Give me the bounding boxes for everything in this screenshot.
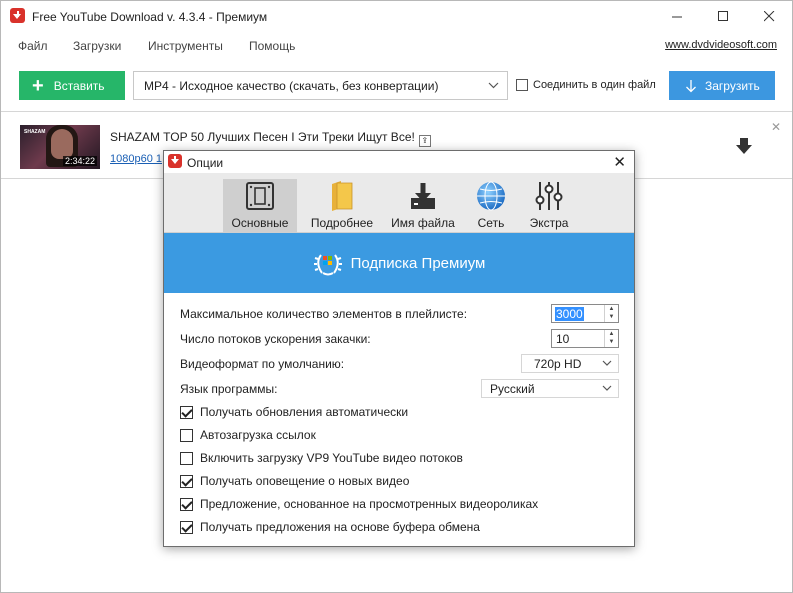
video-duration: 2:34:22 (62, 156, 97, 166)
stepper-down-icon[interactable]: ▼ (605, 313, 618, 321)
maximize-icon (717, 11, 728, 21)
video-thumbnail: SHAZAM 2:34:22 (20, 125, 100, 169)
merge-label: Соединить в один файл (533, 79, 656, 91)
autoload-links-checkbox[interactable] (180, 428, 193, 442)
paste-button[interactable]: + Вставить (19, 71, 125, 100)
download-button[interactable]: Загрузить (669, 71, 775, 100)
options-body: Максимальное количество элементов в плей… (164, 293, 634, 546)
stepper-up-icon[interactable]: ▲ (605, 305, 618, 313)
globe-icon (475, 179, 507, 213)
language-value: Русский (490, 382, 535, 396)
dialog-title-bar: Опции ✕ (164, 151, 634, 173)
video-format-value: 720p HD (534, 357, 582, 371)
new-video-notify-checkbox[interactable] (180, 474, 193, 488)
threads-value: 10 (556, 332, 570, 346)
vp9-checkbox[interactable] (180, 451, 193, 465)
watched-suggestions-checkbox[interactable] (180, 497, 193, 511)
tab-filename[interactable]: Имя файла (385, 179, 461, 233)
dialog-logo-icon (168, 154, 182, 168)
tab-network[interactable]: Сеть (466, 179, 516, 233)
toolbar: + Вставить MP4 - Исходное качество (скач… (1, 58, 792, 112)
plus-icon: + (32, 74, 44, 97)
video-quality-link[interactable]: 1080p60 1 (110, 153, 162, 165)
options-dialog: Опции ✕ Основные Подробнее Имя файла Сет… (163, 150, 635, 547)
website-link[interactable]: www.dvdvideosoft.com (665, 39, 777, 51)
tab-details-label: Подробнее (310, 216, 374, 230)
video-format-label: Видеоформат по умолчанию: (180, 357, 345, 371)
chevron-down-icon (602, 360, 612, 366)
auto-update-checkbox[interactable] (180, 405, 193, 419)
download-button-label: Загрузить (705, 78, 760, 93)
menu-bar: Файл Загрузки Инструменты Помощь www.dvd… (1, 34, 792, 56)
dialog-close-icon[interactable]: ✕ (613, 153, 626, 171)
tab-details[interactable]: Подробнее (303, 179, 381, 233)
language-select[interactable]: Русский (481, 379, 619, 398)
premium-banner[interactable]: Подписка Премиум (164, 233, 634, 293)
minimize-button[interactable] (654, 1, 700, 32)
close-button[interactable] (746, 1, 792, 32)
menu-file[interactable]: Файл (18, 39, 48, 53)
playlist-max-value: 3000 (555, 307, 584, 321)
title-bar: Free YouTube Download v. 4.3.4 - Премиум (1, 1, 792, 32)
clipboard-suggestions-checkbox[interactable] (180, 520, 193, 534)
maximize-button[interactable] (700, 1, 746, 32)
clipboard-suggestions-option[interactable]: Получать предложения на основе буфера об… (180, 519, 480, 535)
video-title: SHAZAM TOP 50 Лучших Песен I Эти Треки И… (110, 130, 431, 147)
app-logo-icon (10, 8, 25, 23)
auto-update-option[interactable]: Получать обновления автоматически (180, 404, 408, 420)
tab-filename-label: Имя файла (391, 216, 455, 230)
tab-extra-label: Экстра (529, 216, 569, 230)
stepper-down-icon[interactable]: ▼ (605, 338, 618, 346)
new-video-notify-option[interactable]: Получать оповещение о новых видео (180, 473, 409, 489)
threads-label: Число потоков ускорения закачки: (180, 332, 371, 346)
watched-suggestions-option[interactable]: Предложение, основанное на просмотренных… (180, 496, 538, 512)
stepper-up-icon[interactable]: ▲ (605, 330, 618, 338)
dialog-title: Опции (187, 156, 224, 170)
settings-panel-icon (245, 179, 275, 213)
playlist-max-stepper[interactable]: 3000 ▲ ▼ (551, 304, 619, 323)
external-link-icon[interactable]: ⇪ (418, 135, 431, 147)
chevron-down-icon (488, 82, 499, 89)
vp9-option[interactable]: Включить загрузку VP9 YouTube видео пото… (180, 450, 463, 466)
window-title: Free YouTube Download v. 4.3.4 - Премиум (32, 10, 268, 24)
paste-button-label: Вставить (53, 78, 105, 93)
format-select-value: MP4 - Исходное качество (скачать, без ко… (144, 78, 439, 93)
premium-banner-label: Подписка Премиум (350, 254, 486, 272)
language-label: Язык программы: (180, 382, 278, 396)
menu-downloads[interactable]: Загрузки (73, 39, 121, 53)
minimize-icon (671, 16, 682, 18)
remove-item-icon[interactable]: ✕ (771, 120, 781, 134)
download-arrow-icon[interactable] (736, 138, 752, 154)
premium-wreath-icon (313, 254, 342, 276)
file-download-icon (408, 179, 438, 213)
format-select[interactable]: MP4 - Исходное качество (скачать, без ко… (133, 71, 508, 100)
tab-extra[interactable]: Экстра (522, 179, 576, 233)
chevron-down-icon (602, 385, 612, 391)
thumbnail-brand: SHAZAM (24, 129, 46, 135)
autoload-links-option[interactable]: Автозагрузка ссылок (180, 427, 316, 443)
playlist-max-label: Максимальное количество элементов в плей… (180, 307, 468, 321)
tab-basic[interactable]: Основные (223, 179, 297, 233)
sliders-icon (534, 179, 564, 213)
arrow-down-icon (686, 79, 696, 92)
menu-tools[interactable]: Инструменты (148, 39, 223, 53)
folder-icon (329, 179, 355, 213)
video-format-select[interactable]: 720p HD (521, 354, 619, 373)
tab-network-label: Сеть (477, 216, 505, 230)
options-tabs: Основные Подробнее Имя файла Сеть Экстра (164, 173, 634, 233)
merge-checkbox[interactable] (516, 79, 528, 91)
close-icon (763, 11, 774, 22)
menu-help[interactable]: Помощь (249, 39, 295, 53)
tab-basic-label: Основные (231, 216, 289, 230)
threads-stepper[interactable]: 10 ▲ ▼ (551, 329, 619, 348)
